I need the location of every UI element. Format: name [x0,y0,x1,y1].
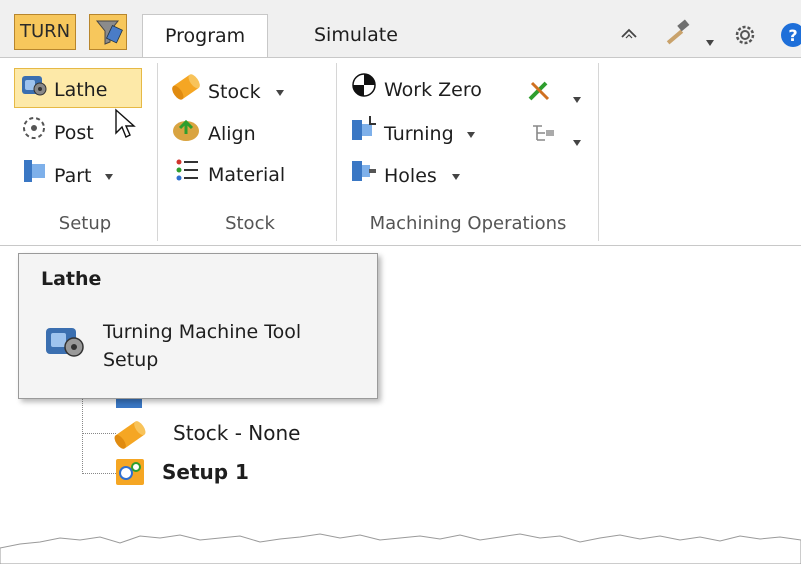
work-zero-label: Work Zero [384,79,482,101]
part-icon [20,157,48,196]
holes-icon [350,157,378,196]
tab-program[interactable]: Program [142,14,269,58]
holes-button[interactable]: Holes [350,157,461,191]
stock-tree-label: Stock - None [173,421,301,445]
turning-dropdown-icon [466,131,475,138]
group-divider [157,63,158,241]
lathe-label: Lathe [54,79,108,101]
lathe-machine-icon [20,71,48,110]
help-icon[interactable]: ? [780,22,801,53]
align-label: Align [208,123,256,145]
holes-label: Holes [384,165,437,187]
funnel-tool-icon [95,20,123,45]
material-button[interactable]: Material [170,157,285,191]
mouse-cursor-icon [114,108,138,145]
collapse-ribbon-icon[interactable] [618,24,640,47]
stock-group-label: Stock [225,213,275,234]
svg-text:?: ? [788,26,797,45]
tooltip-title: Lathe [41,268,102,290]
post-button[interactable]: Post [20,114,94,148]
part-dropdown-icon [104,173,113,180]
work-zero-button[interactable]: Work Zero [350,71,482,105]
setup-group-label: Setup [58,213,112,234]
work-zero-icon [350,71,378,110]
setup-gear-icon [116,459,144,485]
turning-button[interactable]: Turning [350,114,476,148]
material-list-icon [170,157,202,194]
align-icon [170,114,202,155]
stock-cylinder-icon [170,71,202,114]
tree-connector [82,473,116,474]
funnel-tab[interactable] [89,14,127,50]
torn-edge [0,533,801,564]
lathe-button[interactable]: Lathe [20,71,107,105]
group-divider [336,63,337,241]
lathe-machine-icon [43,320,87,367]
setup-tree-label: Setup 1 [162,460,249,484]
toolpath-dropdown-icon[interactable] [572,130,582,152]
machining-group-label: Machining Operations [369,213,567,234]
tool-edit-icon[interactable] [527,78,553,109]
tool-dropdown-icon[interactable] [572,87,582,109]
stock-button[interactable]: Stock [170,71,285,105]
material-label: Material [208,164,286,186]
part-button[interactable]: Part [20,157,114,191]
post-label: Post [54,122,94,144]
stock-cylinder-icon [114,421,146,449]
gear-icon[interactable] [732,22,758,53]
stock-dropdown-icon [275,89,284,96]
tooltip-description: Turning Machine Tool Setup [103,321,302,371]
turning-icon [350,114,378,155]
turning-label: Turning [384,123,454,145]
group-divider [598,63,599,241]
stock-label: Stock [208,81,261,103]
toolpath-tree-icon[interactable] [530,122,558,149]
holes-dropdown-icon [451,173,460,180]
align-button[interactable]: Align [170,114,256,148]
turn-tab[interactable]: TURN [14,14,77,50]
dropdown-arrow-icon[interactable] [705,30,715,52]
lathe-tooltip: Lathe Turning Machine Tool Setup [18,253,378,399]
hammer-icon[interactable] [662,18,692,53]
post-icon [20,114,48,153]
tree-connector [82,395,83,474]
part-label: Part [54,165,92,187]
tab-simulate[interactable]: Simulate [292,14,420,58]
